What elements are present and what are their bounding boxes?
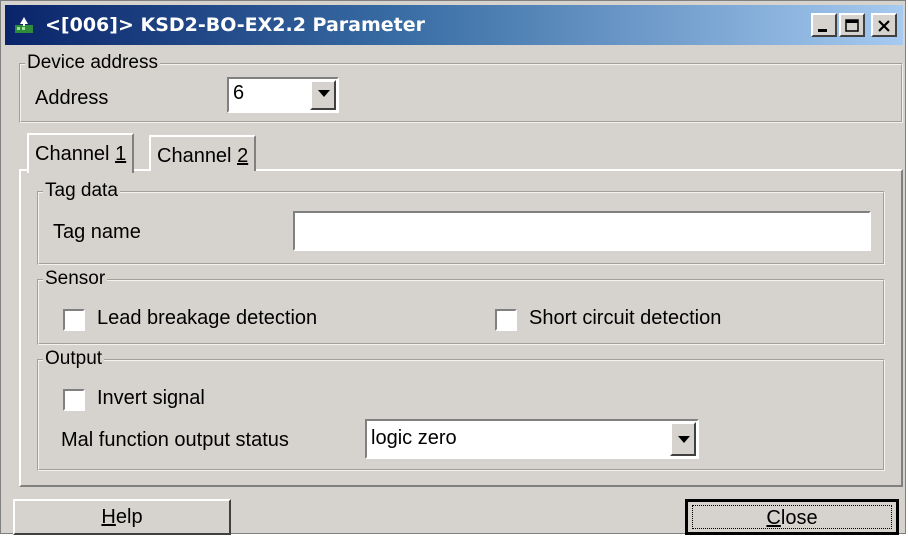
close-button[interactable]: Close	[685, 499, 899, 535]
help-button[interactable]: Help	[13, 499, 231, 535]
minimize-icon	[818, 29, 827, 32]
tag-data-group-label: Tag data	[43, 180, 120, 202]
tab-channel-2-mnemonic: 2	[237, 145, 249, 167]
device-address-group-label: Device address	[25, 52, 160, 74]
short-circuit-label[interactable]: Short circuit detection	[529, 307, 721, 330]
close-icon	[878, 20, 890, 32]
short-circuit-checkbox[interactable]	[495, 309, 517, 331]
invert-signal-label[interactable]: Invert signal	[97, 387, 205, 410]
minimize-button[interactable]	[811, 13, 837, 37]
tab-channel-2[interactable]: Channel 2	[149, 135, 257, 171]
parameter-dialog: <[006]> KSD2-BO-EX2.2 Parameter Device a…	[0, 0, 906, 535]
device-address-group: Device address	[19, 52, 903, 123]
malfunction-output-value: logic zero	[371, 427, 457, 449]
close-window-button[interactable]	[871, 13, 897, 37]
tag-name-label: Tag name	[53, 221, 141, 243]
focus-ring	[692, 505, 892, 529]
window-title: <[006]> KSD2-BO-EX2.2 Parameter	[45, 14, 425, 36]
malfunction-dropdown-button[interactable]	[670, 422, 696, 456]
tag-name-input[interactable]	[293, 211, 871, 251]
address-label: Address	[35, 87, 109, 109]
sensor-group-label: Sensor	[43, 268, 108, 290]
lead-breakage-label[interactable]: Lead breakage detection	[97, 307, 317, 330]
tab-channel-1-prefix: Channel	[35, 143, 116, 165]
tab-channel-1[interactable]: Channel 1	[27, 133, 135, 173]
output-group-label: Output	[43, 348, 105, 370]
tab-channel-2-prefix: Channel	[157, 145, 238, 167]
address-value: 6	[233, 82, 245, 104]
malfunction-output-label: Mal function output status	[61, 429, 289, 451]
chevron-down-icon	[318, 90, 330, 97]
chevron-down-icon	[678, 436, 690, 443]
title-bar[interactable]: <[006]> KSD2-BO-EX2.2 Parameter	[5, 5, 903, 45]
tab-channel-1-mnemonic: 1	[115, 143, 127, 165]
help-mnemonic: H	[101, 506, 116, 528]
help-rest: elp	[115, 506, 143, 528]
maximize-icon	[845, 19, 859, 32]
address-select[interactable]: 6	[227, 77, 339, 113]
device-network-icon	[15, 17, 33, 33]
malfunction-output-select[interactable]: logic zero	[365, 419, 699, 459]
invert-signal-checkbox[interactable]	[63, 389, 85, 411]
lead-breakage-checkbox[interactable]	[63, 309, 85, 331]
maximize-button[interactable]	[839, 13, 865, 37]
address-dropdown-button[interactable]	[310, 80, 336, 110]
